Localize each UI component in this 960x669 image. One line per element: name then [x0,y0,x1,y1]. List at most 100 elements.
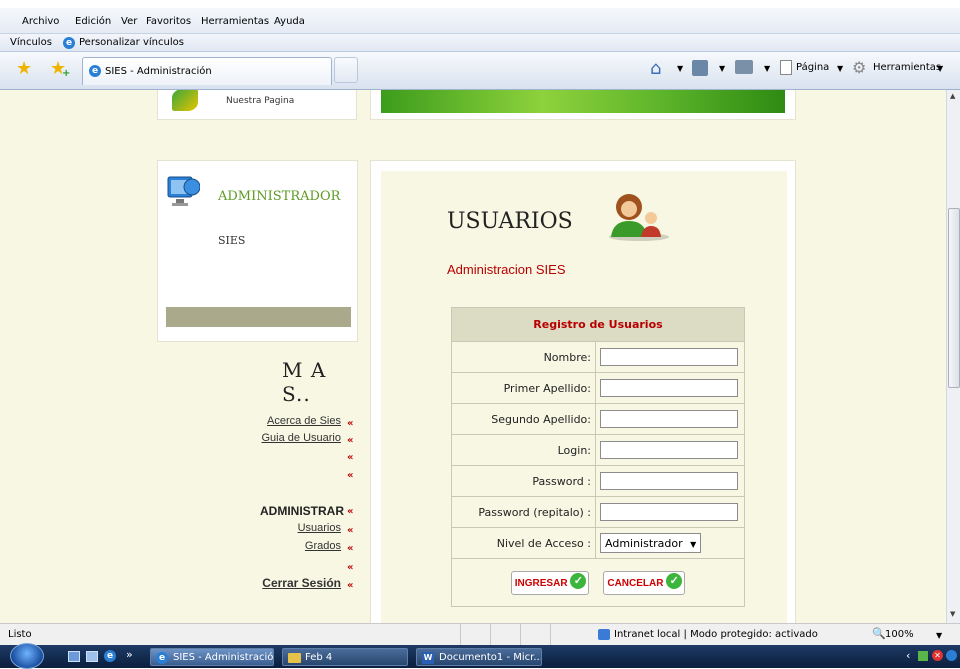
green-banner [381,90,785,113]
status-divider [460,624,461,645]
vertical-scrollbar[interactable]: ▲ ▼ [946,90,960,623]
access-level-select[interactable]: Administrador ▼ [600,533,702,553]
user-guide-link[interactable]: Guia de Usuario [262,432,342,444]
word-icon: W [422,652,434,664]
menu-archivo[interactable]: Archivo [22,16,59,27]
page-content: Nuestra Pagina ADMINISTRADOR SIES M A S.… [0,90,946,623]
sidebar-nav: M A S.. Acerca de Sies « Guia de Usuario… [157,340,362,620]
taskbar-item-label: SIES - Administració... [173,652,274,663]
links-bar: Vínculos e Personalizar vínculos [0,34,960,52]
sidebar-item-grades[interactable]: Grados [157,540,341,556]
grades-link[interactable]: Grados [305,540,341,552]
about-link[interactable]: Acerca de Sies [267,415,341,427]
page-subtitle: Administracion SIES [447,262,566,277]
arrow-left-icon: « [347,470,354,481]
logout-link[interactable]: Cerrar Sesión [262,576,341,590]
password-repeat-label: Password (repitalo) : [451,496,596,528]
registration-form: Registro de Usuarios Nombre: Primer Apel… [451,307,745,607]
first-surname-field[interactable] [600,379,738,397]
sidebar-item-users[interactable]: Usuarios [157,522,341,538]
password-repeat-field[interactable] [600,503,738,521]
sidebar-item-guide[interactable]: Guia de Usuario [157,432,342,448]
tab-bar: ★ ★ + e SIES - Administración ⌂ ▼ ▼ ▼ Pá… [0,52,960,90]
tab-sies-admin[interactable]: e SIES - Administración [82,57,332,85]
admin-title: ADMINISTRADOR [218,189,341,204]
tray-chevron-icon[interactable]: ‹ [906,649,910,662]
scroll-up-icon[interactable]: ▲ [950,92,955,100]
zone-text[interactable]: Intranet local | Modo protegido: activad… [614,629,818,640]
volume-icon[interactable] [946,650,957,661]
form-row-password: Password : [451,465,745,497]
tab-title: SIES - Administración [105,66,212,77]
cancel-button[interactable]: CANCELAR ✓ [603,570,686,595]
submit-label: INGRESAR [514,577,568,589]
arrow-left-icon: « [347,543,354,554]
favorites-star-icon[interactable]: ★ [16,58,32,79]
menu-edicion[interactable]: Edición [75,16,111,27]
print-icon[interactable] [735,60,753,74]
name-label: Nombre: [451,341,596,373]
arrow-left-icon: « [347,506,354,517]
security-alert-icon[interactable]: ✕ [932,650,943,661]
main-inner: USUARIOS Administracion SIES Registro de… [381,171,787,623]
home-link-panel: Nuestra Pagina [157,90,357,120]
chevron-down-icon[interactable]: ▼ [937,64,943,73]
cancel-label: CANCELAR [607,577,664,589]
quicklaunch-desktop-icon[interactable] [68,651,80,662]
scroll-down-icon[interactable]: ▼ [950,610,955,618]
form-row-first-surname: Primer Apellido: [451,372,745,404]
quicklaunch-ie-icon[interactable]: e [104,650,116,662]
tools-menu[interactable]: Herramientas [873,62,941,73]
menu-ver[interactable]: Ver [121,16,137,27]
banner-panel [370,90,796,120]
page-menu[interactable]: Página [796,62,829,73]
taskbar-item-word[interactable]: W Documento1 - Micr... [416,648,542,666]
menu-bar: Archivo Edición Ver Favoritos Herramient… [0,0,960,34]
computer-icon [166,173,201,211]
sidebar-item-about[interactable]: Acerca de Sies [157,415,341,431]
chevron-down-icon[interactable]: ▼ [936,631,942,640]
home-icon[interactable]: ⌂ [650,58,661,79]
custom-links-link[interactable]: Personalizar vínculos [79,37,184,48]
check-icon: ✓ [570,572,587,589]
form-row-password-repeat: Password (repitalo) : [451,496,745,528]
admin-section-label: ADMINISTRAR [260,504,344,518]
status-divider [520,624,521,645]
name-field[interactable] [600,348,738,366]
status-text: Listo [8,629,32,640]
intranet-icon [598,629,610,640]
menu-herramientas[interactable]: Herramientas [201,16,269,27]
ie-icon: e [89,65,101,77]
menu-favoritos[interactable]: Favoritos [146,16,191,27]
chevron-down-icon[interactable]: ▼ [764,64,770,73]
chevron-down-icon[interactable]: ▼ [837,64,843,73]
password-field[interactable] [600,472,738,490]
second-surname-field[interactable] [600,410,738,428]
arrow-left-icon: « [347,435,354,446]
users-link[interactable]: Usuarios [298,522,341,534]
menu-ayuda[interactable]: Ayuda [274,16,305,27]
taskbar-item-feb4[interactable]: Feb 4 [282,648,408,666]
access-level-value: Administrador [605,537,683,550]
taskbar-item-sies[interactable]: e SIES - Administració... [150,648,274,666]
home-link[interactable]: Nuestra Pagina [226,96,294,106]
quicklaunch-switch-icon[interactable] [86,651,98,662]
chevron-down-icon[interactable]: ▼ [677,64,683,73]
zoom-level[interactable]: 100% [885,629,914,640]
status-divider [550,624,551,645]
login-field[interactable] [600,441,738,459]
folder-icon [288,653,301,663]
submit-button[interactable]: INGRESAR ✓ [510,570,590,595]
new-tab-button[interactable] [334,57,358,83]
admin-box: ADMINISTRADOR SIES [157,160,358,342]
sidebar-item-logout[interactable]: Cerrar Sesión [157,576,341,592]
scrollbar-thumb[interactable] [948,208,960,388]
start-button[interactable] [10,643,44,669]
chevron-down-icon: ▼ [690,540,697,549]
login-label: Login: [451,434,596,466]
feeds-icon[interactable] [692,60,708,76]
access-level-label: Nivel de Acceso : [451,527,596,559]
chevron-down-icon[interactable]: ▼ [719,64,725,73]
network-icon[interactable] [918,651,928,661]
more-chevron-icon[interactable]: » [126,648,133,661]
